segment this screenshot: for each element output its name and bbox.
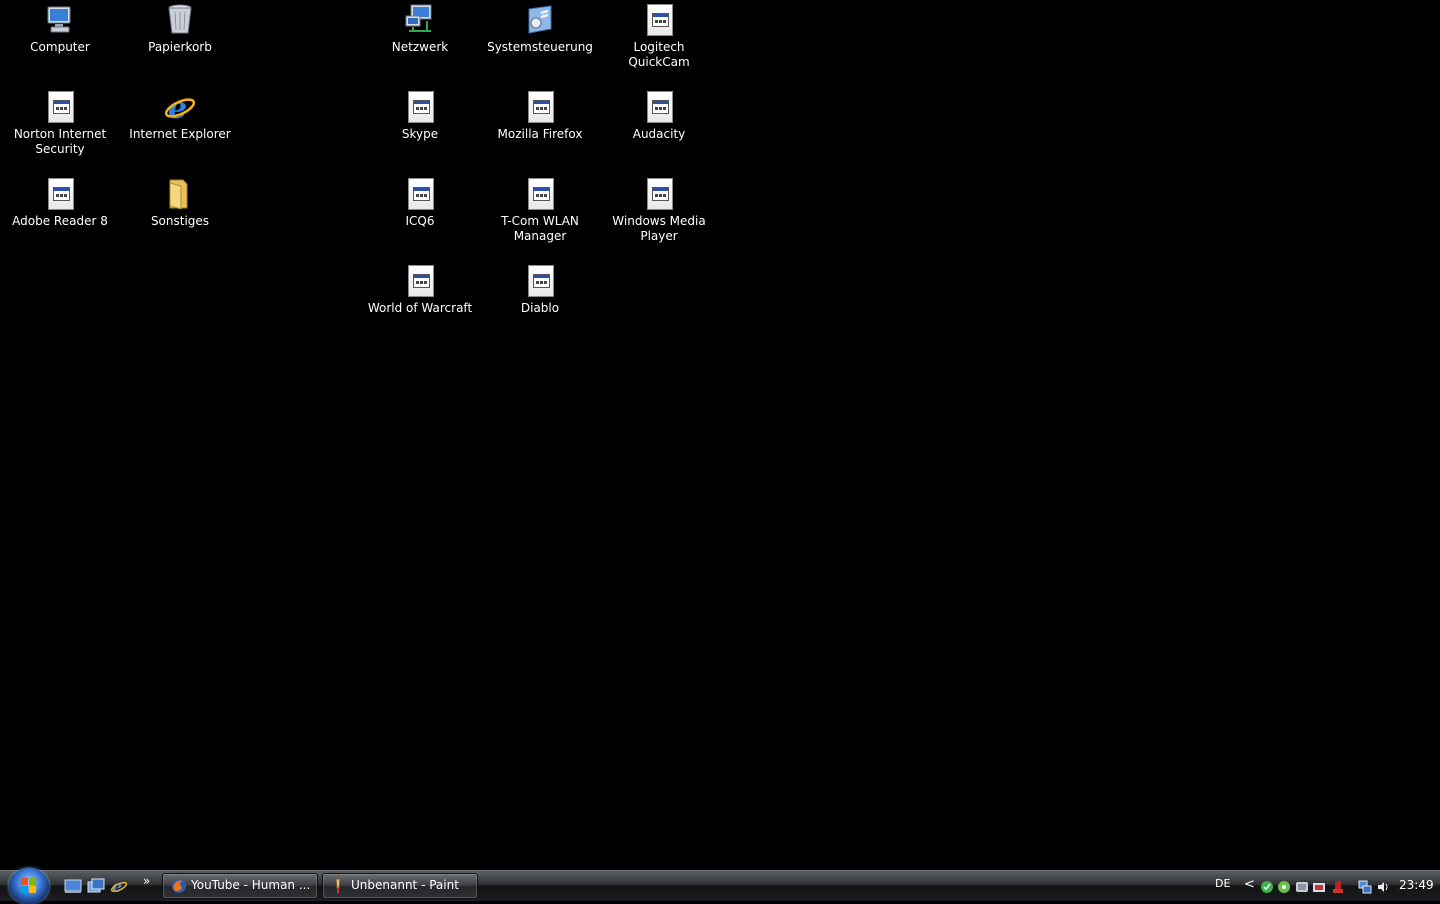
start-button[interactable] (9, 868, 49, 904)
language-indicator[interactable]: DE (1215, 877, 1230, 890)
desktop-icon-recycle-bin[interactable]: Papierkorb (121, 3, 239, 55)
desktop-icon-skype[interactable]: Skype (361, 90, 479, 142)
paint-icon (331, 878, 347, 894)
desktop-icon-label: Skype (401, 127, 439, 141)
desktop-icon-label: Internet Explorer (129, 127, 231, 141)
tray-expand-button[interactable]: < (1244, 877, 1255, 892)
desktop-icon-norton[interactable]: Norton Internet Security (1, 90, 119, 157)
desktop-icon-label: T-Com WLAN Manager (501, 214, 579, 243)
desktop-icon-diablo[interactable]: Diablo (481, 264, 599, 316)
desktop-icon-label: Mozilla Firefox (497, 127, 583, 141)
desktop-icon-tcom-wlan[interactable]: T-Com WLAN Manager (481, 177, 599, 244)
taskbar-button-label: YouTube - Human ... (191, 878, 311, 892)
desktop-icon-label: World of Warcraft (367, 301, 473, 315)
device-icon[interactable] (1312, 879, 1326, 893)
shortcut-file-icon (642, 177, 676, 211)
shortcut-file-icon (403, 90, 437, 124)
antivirus-icon[interactable] (1260, 879, 1274, 893)
network-status-icon[interactable] (1277, 879, 1291, 893)
switch-windows-icon[interactable] (87, 877, 105, 895)
desktop-icon-firefox[interactable]: Mozilla Firefox (481, 90, 599, 142)
shortcut-file-icon (403, 264, 437, 298)
wlan-icon[interactable] (1295, 879, 1309, 893)
computer-icon (43, 3, 77, 37)
desktop-icon-internet-explorer[interactable]: e Internet Explorer (121, 90, 239, 142)
taskbar: e » YouTube - Human ... Unbenannt - Pain… (0, 868, 1440, 904)
desktop-icon-label: ICQ6 (405, 214, 435, 228)
desktop-icon-label: Papierkorb (148, 40, 212, 54)
desktop-icon-computer[interactable]: Computer (1, 3, 119, 55)
recycle-bin-icon (163, 3, 197, 37)
taskbar-button-label: Unbenannt - Paint (351, 878, 459, 892)
shortcut-file-icon (523, 90, 557, 124)
desktop-icon-label: Netzwerk (391, 40, 449, 54)
clock[interactable]: 23:49 (1399, 878, 1434, 892)
control-panel-icon (523, 3, 557, 37)
internet-explorer-icon: e (163, 90, 197, 126)
quick-launch-more-button[interactable]: » (143, 874, 150, 888)
eject-hardware-icon[interactable] (1331, 879, 1345, 893)
taskbar-button-paint[interactable]: Unbenannt - Paint (322, 873, 478, 899)
desktop-icon-label: Adobe Reader 8 (12, 214, 108, 228)
taskbar-button-youtube[interactable]: YouTube - Human ... (162, 873, 318, 899)
shortcut-file-icon (43, 90, 77, 124)
network-connection-icon[interactable] (1358, 879, 1372, 894)
shortcut-file-icon (642, 90, 676, 124)
desktop-icon-icq6[interactable]: ICQ6 (361, 177, 479, 229)
desktop-icon-label: Systemsteuerung (487, 40, 593, 54)
desktop-icon-label: Audacity (632, 127, 686, 141)
internet-explorer-icon[interactable]: e (110, 877, 128, 896)
desktop-icon-network[interactable]: Netzwerk (361, 3, 479, 55)
desktop: Computer Papierkorb Netzwerk Systemsteue… (0, 0, 1440, 870)
desktop-icon-adobe-reader[interactable]: Adobe Reader 8 (1, 177, 119, 229)
desktop-icon-label: Windows Media Player (612, 214, 706, 243)
volume-icon[interactable] (1376, 879, 1390, 893)
desktop-icon-control-panel[interactable]: Systemsteuerung (481, 3, 599, 55)
folder-icon (163, 177, 197, 211)
shortcut-file-icon (403, 177, 437, 211)
shortcut-file-icon (523, 264, 557, 298)
desktop-icon-world-of-warcraft[interactable]: World of Warcraft (361, 264, 479, 316)
desktop-icon-label: Sonstiges (150, 214, 210, 228)
shortcut-file-icon (523, 177, 557, 211)
show-desktop-icon[interactable] (64, 877, 82, 895)
desktop-icon-label: Logitech QuickCam (628, 40, 690, 69)
desktop-icon-logitech-quickcam[interactable]: Logitech QuickCam (600, 3, 718, 70)
desktop-icon-label: Diablo (520, 301, 560, 315)
desktop-icon-audacity[interactable]: Audacity (600, 90, 718, 142)
network-icon (403, 3, 437, 37)
desktop-icon-sonstiges[interactable]: Sonstiges (121, 177, 239, 229)
firefox-icon (171, 878, 187, 894)
shortcut-file-icon (43, 177, 77, 211)
desktop-icon-label: Norton Internet Security (13, 127, 107, 156)
desktop-icon-windows-media-player[interactable]: Windows Media Player (600, 177, 718, 244)
desktop-icon-label: Computer (30, 40, 90, 54)
windows-start-orb-icon (21, 878, 37, 894)
shortcut-file-icon (642, 3, 676, 37)
